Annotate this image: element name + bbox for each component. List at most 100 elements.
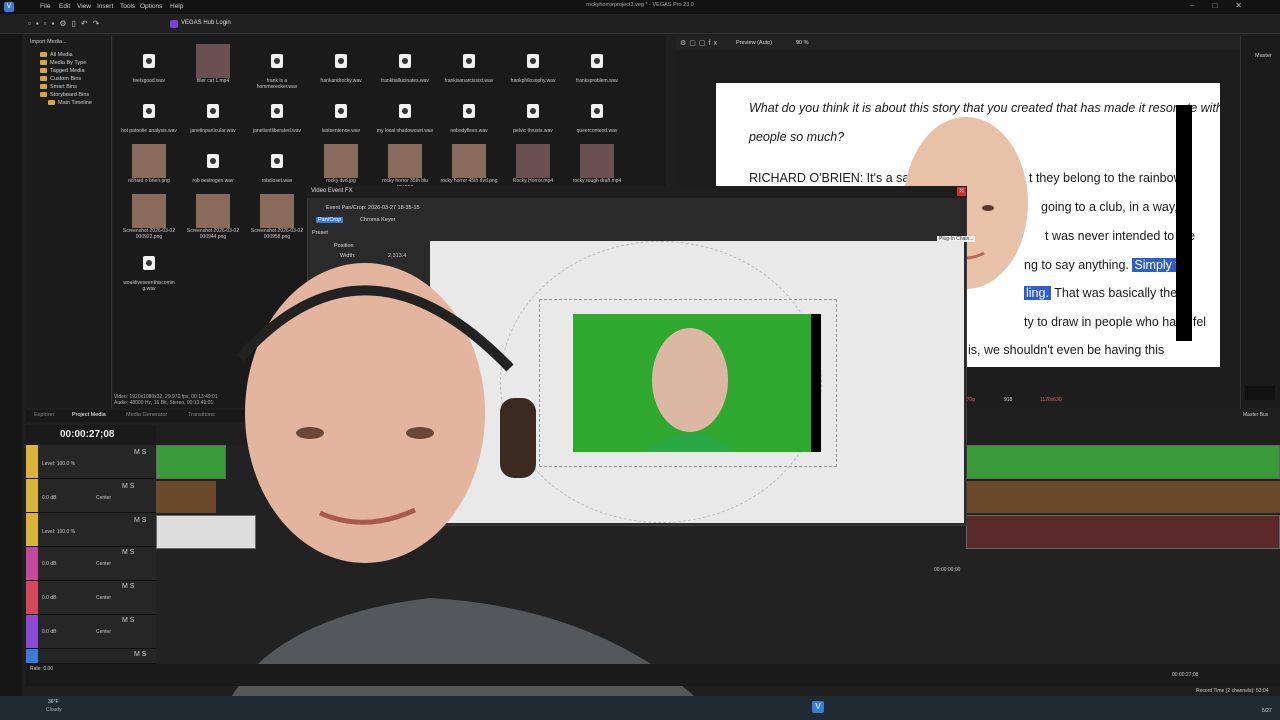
chain-item-chroma-keyer[interactable]: Chroma Keyer (360, 217, 395, 223)
menu-tools[interactable]: Tools (120, 3, 135, 10)
audio-clip[interactable] (966, 481, 1280, 513)
vfx-cursor-time: 00:00:00;00 (934, 567, 961, 573)
tab-media-generator[interactable]: Media Generator (126, 412, 167, 418)
audio-file-icon (452, 94, 486, 128)
track-color (26, 479, 38, 512)
track-header[interactable]: 0.0 dB Center M S (26, 615, 156, 649)
media-tile[interactable]: Screenshot 2026-03-02 000958.png (246, 194, 308, 242)
media-tile[interactable]: rocky horror 45th dvd.png (438, 144, 500, 192)
vegas-taskbar-icon[interactable]: V (812, 701, 824, 713)
media-tile[interactable]: frank is a hommerecker.wav (246, 44, 308, 92)
audio-file-icon (260, 94, 294, 128)
track-header[interactable]: 0.0 dB Center M S (26, 547, 156, 581)
track-header[interactable]: M S (26, 649, 156, 664)
media-tile-name: janetisntliberated.wav (252, 128, 302, 134)
media-tile[interactable]: rocky rough draft.mp4 (566, 144, 628, 192)
media-tile-name: franksproblem.wav (576, 78, 618, 84)
media-tile[interactable]: Rocky Horror.mp4 (502, 144, 564, 192)
media-tile[interactable]: rob oestrogen.wav (182, 144, 244, 192)
media-tile[interactable]: richard o brien.png (118, 144, 180, 192)
record-time: Record Time (2 channels): 53:04 (1196, 688, 1269, 694)
bin-smart-bins[interactable]: Smart Bins (40, 84, 77, 90)
media-bins-panel: Import Media... All Media Media By Type … (26, 36, 112, 408)
mute-solo-buttons[interactable]: M S (122, 617, 134, 624)
menu-insert[interactable]: Insert (97, 3, 113, 10)
media-tile[interactable]: hot patootie analysis.wav (118, 94, 180, 142)
preview-zoom-select[interactable]: 90 % (796, 40, 809, 46)
menu-edit[interactable]: Edit (59, 3, 70, 10)
media-tile[interactable]: franksproblem.wav (566, 44, 628, 92)
master-bus-tab[interactable]: Master Bus (1243, 412, 1268, 418)
track-color (26, 581, 38, 614)
master-fader[interactable] (1245, 386, 1275, 400)
mute-solo-buttons[interactable]: M S (122, 549, 134, 556)
media-tile[interactable]: Screenshot 2026-03-02 000922.png (118, 194, 180, 242)
media-tile[interactable]: frankandrocky.wav (310, 44, 372, 92)
bin-tagged-media[interactable]: Tagged Media (40, 68, 85, 74)
track-header[interactable]: 0.0 dB Center M S (26, 581, 156, 615)
media-tile[interactable]: rocky horror 35th blu ray.png (374, 144, 436, 192)
bin-all-media[interactable]: All Media (40, 52, 73, 58)
bin-custom-bins[interactable]: Custom Bins (40, 76, 81, 82)
mute-solo-buttons[interactable]: M S (122, 483, 134, 490)
audio-file-icon (196, 94, 230, 128)
preview-quality-select[interactable]: Preview (Auto) (736, 40, 772, 46)
media-tile-name: nobodyflees.wav (450, 128, 488, 134)
mute-solo-buttons[interactable]: M S (134, 651, 146, 658)
menu-options[interactable]: Options (140, 3, 162, 10)
doc-line: people so much? (749, 130, 845, 144)
tab-explorer[interactable]: Explorer (34, 412, 54, 418)
media-tile-name: rocky rough draft.mp4 (572, 178, 622, 184)
window-controls[interactable]: –□✕ (1190, 1, 1260, 10)
mute-solo-buttons[interactable]: M S (134, 517, 146, 524)
media-tile[interactable]: my local shadowcast.wav (374, 94, 436, 142)
media-tile[interactable]: janetinparticular.wav (182, 94, 244, 142)
mute-solo-buttons[interactable]: M S (122, 583, 134, 590)
media-tile-name: hot patootie analysis.wav (121, 128, 177, 134)
bin-media-by-type[interactable]: Media By Type (40, 60, 86, 66)
video-clip[interactable] (966, 515, 1280, 549)
media-tile[interactable]: robcloset.wav (246, 144, 308, 192)
thumbnail-image (324, 144, 358, 178)
media-tile[interactable]: Screenshot 2026-03-02 000944.png (182, 194, 244, 242)
media-tile-name: frankphilosophy.wav (510, 78, 556, 84)
menu-file[interactable]: File (40, 3, 50, 10)
media-tile[interactable]: wouldiveseenthiscomin g.wav (118, 246, 180, 294)
master-label: Master (1255, 53, 1272, 59)
preset-label: Preset (312, 230, 328, 236)
media-tile[interactable]: frankphilosophy.wav (502, 44, 564, 92)
media-tile[interactable]: janetisntliberated.wav (246, 94, 308, 142)
track-header[interactable]: Level: 100.0 % M S (26, 513, 156, 547)
menu-view[interactable]: View (77, 3, 91, 10)
chain-item-pan-crop[interactable]: Pan/Crop (316, 217, 344, 223)
media-tile[interactable]: feelsgood.wav (118, 44, 180, 92)
media-tile[interactable]: lastsentence.wav (310, 94, 372, 142)
media-tile[interactable]: queercontend.wav (566, 94, 628, 142)
weather-temp[interactable]: 36°F (48, 699, 59, 705)
media-tile[interactable]: frankisanarcissist.wav (438, 44, 500, 92)
bin-main-timeline[interactable]: Main Timeline (48, 100, 92, 106)
menu-help[interactable]: Help (170, 3, 183, 10)
media-tile[interactable]: nobodyflees.wav (438, 94, 500, 142)
media-tile-name: rob oestrogen.wav (192, 178, 234, 184)
video-clip[interactable] (966, 445, 1280, 479)
preview-tool-icons[interactable]: ⚙▢▢fx (680, 39, 720, 47)
doc-line: ling. That was basically the (1024, 286, 1178, 300)
media-tile[interactable]: frankhallucinates.wav (374, 44, 436, 92)
track-header[interactable]: Level: 100.0 % M S (26, 445, 156, 479)
media-tile-name: Screenshot 2026-03-02 000922.png (122, 228, 176, 240)
track-header[interactable]: 0.0 dB Center M S (26, 479, 156, 513)
media-tile[interactable]: rocky dvd.jpg (310, 144, 372, 192)
vfx-title-bar: Video Event FX ✕ (307, 186, 967, 198)
hub-login-button[interactable]: VEGAS Hub Login (181, 20, 231, 26)
mute-solo-buttons[interactable]: M S (134, 449, 146, 456)
media-tile[interactable]: filler cat 1.mp4 (182, 44, 244, 92)
media-tile[interactable]: pelvic thrusts.wav (502, 94, 564, 142)
media-tile-name: frank is a hommerecker.wav (256, 78, 298, 90)
bin-storyboard-bins[interactable]: Storyboard Bins (40, 92, 89, 98)
vfx-close-button[interactable]: ✕ (957, 187, 966, 196)
import-media-button[interactable]: Import Media... (30, 39, 67, 45)
audio-file-icon (132, 44, 166, 78)
tab-project-media[interactable]: Project Media (72, 412, 106, 418)
toolbar-icons[interactable]: ▫▪▫▪⚙▯↶↷ (28, 19, 104, 28)
